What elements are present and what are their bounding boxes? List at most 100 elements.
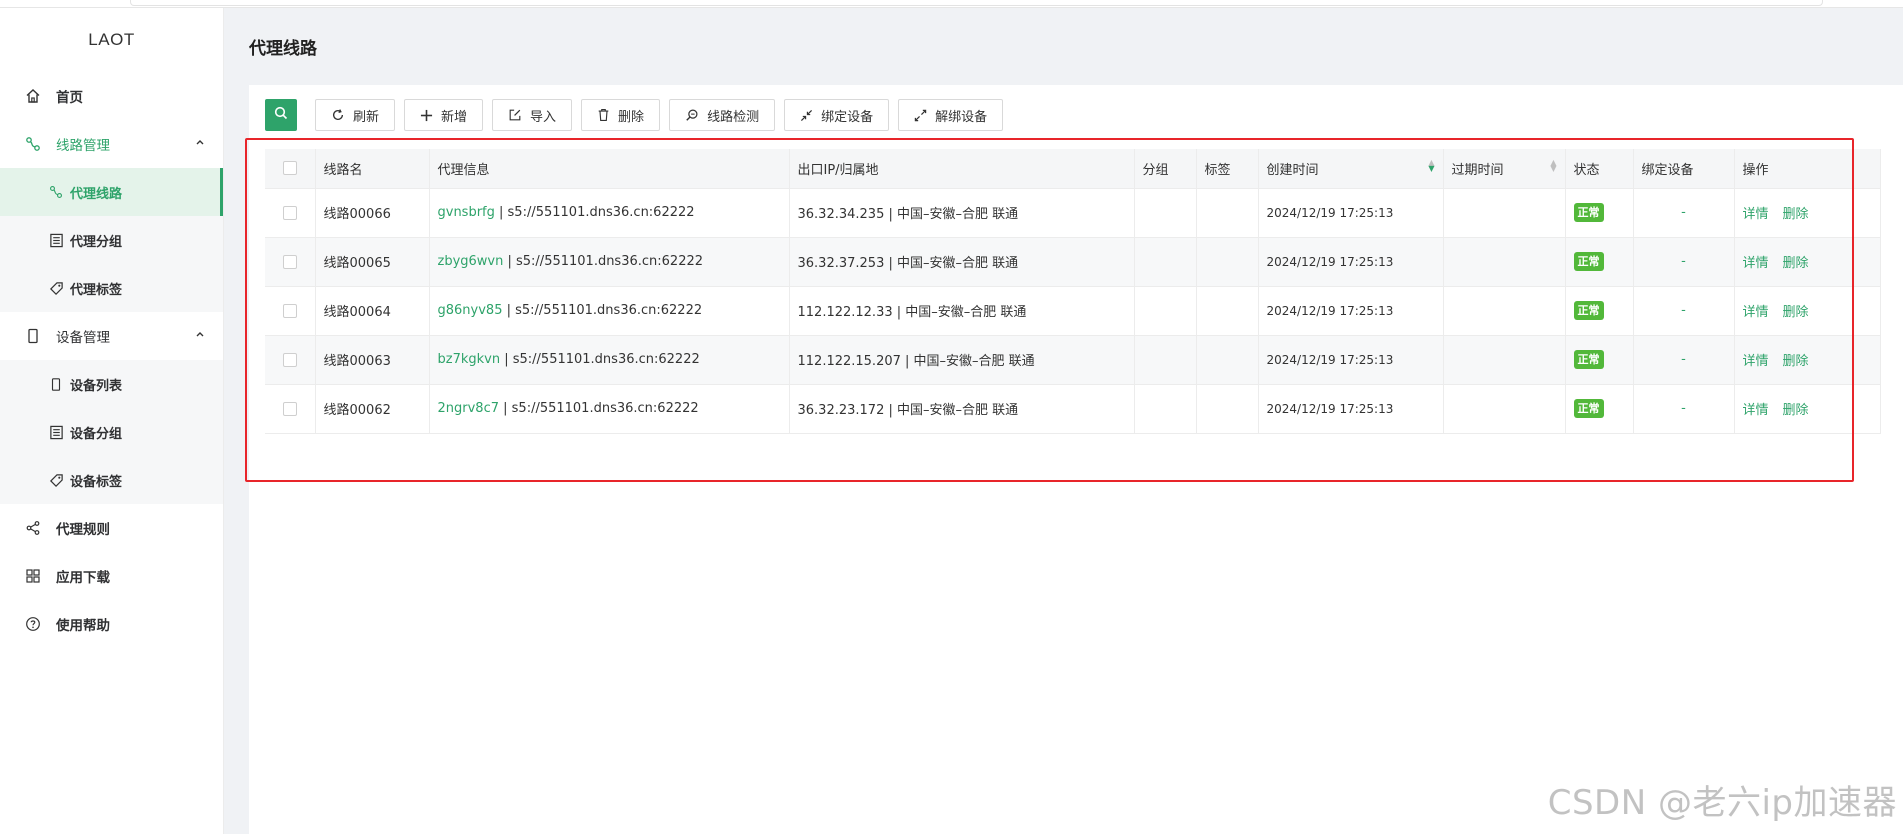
- cell-tag: [1196, 237, 1259, 287]
- nav-device-management[interactable]: 设备管理: [0, 312, 223, 360]
- col-header-group: 分组: [1134, 149, 1197, 189]
- edit-icon: [508, 108, 522, 122]
- share-icon: [24, 519, 42, 537]
- proxy-user-link[interactable]: 2ngrv8c7: [438, 401, 500, 416]
- proxy-user-link[interactable]: zbyg6wvn: [438, 254, 504, 269]
- cell-proxy: gvnsbrfg | s5://551101.dns36.cn:62222: [429, 188, 790, 238]
- bind-device-button[interactable]: 绑定设备: [784, 99, 890, 131]
- route-table: 线路名 代理信息 出口IP/归属地 分组 标签 创建时间 ▲ ▼ 过期时间 ▲ ▼ …: [265, 149, 1881, 434]
- route-submenu: 代理线路 代理分组 代理标签: [0, 168, 223, 312]
- delete-button[interactable]: 删除: [581, 99, 661, 131]
- sidebar: LAOT 首页 线路管理 代理线路 代理分组 代理标签 设备管理 设备列表 设备…: [0, 8, 224, 834]
- nav-route-management[interactable]: 线路管理: [0, 120, 223, 168]
- col-header-created[interactable]: 创建时间 ▲ ▼: [1258, 149, 1444, 189]
- nav-proxy-rules-label: 代理规则: [56, 522, 110, 538]
- cell-ops: 详情 删除: [1734, 237, 1881, 287]
- top-strip: [0, 0, 1903, 8]
- cell-status: 正常: [1565, 237, 1634, 287]
- nav-home-label: 首页: [56, 90, 83, 106]
- phone-icon: [48, 376, 64, 392]
- delete-label: 删除: [618, 109, 645, 125]
- sidebar-item-device-list[interactable]: 设备列表: [0, 360, 223, 408]
- cell-expire: [1443, 335, 1566, 385]
- search-button[interactable]: [265, 99, 297, 131]
- col-header-exit-ip: 出口IP/归属地: [789, 149, 1135, 189]
- sidebar-item-device-group[interactable]: 设备分组: [0, 408, 223, 456]
- nav-help[interactable]: 使用帮助: [0, 600, 223, 648]
- row-checkbox[interactable]: [265, 188, 316, 238]
- row-checkbox[interactable]: [265, 384, 316, 434]
- cell-proxy: bz7kgkvn | s5://551101.dns36.cn:62222: [429, 335, 790, 385]
- nav-app-download[interactable]: 应用下载: [0, 552, 223, 600]
- sidebar-item-device-tag[interactable]: 设备标签: [0, 456, 223, 504]
- unbind-device-button[interactable]: 解绑设备: [898, 99, 1004, 131]
- delete-link[interactable]: 删除: [1783, 403, 1809, 418]
- status-badge: 正常: [1573, 301, 1604, 320]
- cell-ops: 详情 删除: [1734, 286, 1881, 336]
- sidebar-item-proxy-tag[interactable]: 代理标签: [0, 264, 223, 312]
- detail-link[interactable]: 详情: [1743, 256, 1769, 271]
- cell-name: 线路00063: [315, 335, 430, 385]
- cell-tag: [1196, 286, 1259, 336]
- delete-link[interactable]: 删除: [1783, 256, 1809, 271]
- cell-exit-ip: 36.32.37.253 | 中国–安徽–合肥 联通: [789, 237, 1135, 287]
- delete-link[interactable]: 删除: [1783, 354, 1809, 369]
- add-button[interactable]: 新增: [404, 99, 484, 131]
- proxy-address: | s5://551101.dns36.cn:62222: [499, 401, 699, 416]
- nav-device-management-label: 设备管理: [56, 330, 110, 346]
- route-icon: [24, 135, 42, 153]
- detail-link[interactable]: 详情: [1743, 305, 1769, 320]
- cell-tag: [1196, 188, 1259, 238]
- cell-expire: [1443, 237, 1566, 287]
- sidebar-item-proxy-group[interactable]: 代理分组: [0, 216, 223, 264]
- detail-link[interactable]: 详情: [1743, 354, 1769, 369]
- nav-proxy-rules[interactable]: 代理规则: [0, 504, 223, 552]
- cell-status: 正常: [1565, 384, 1634, 434]
- detail-link[interactable]: 详情: [1743, 403, 1769, 418]
- route-check-button[interactable]: 线路检测: [669, 99, 776, 131]
- import-button[interactable]: 导入: [492, 99, 573, 131]
- proxy-user-link[interactable]: bz7kgkvn: [438, 352, 501, 367]
- table-row: 线路00064 g86nyv85 | s5://551101.dns36.cn:6…: [265, 286, 1881, 336]
- proxy-address: | s5://551101.dns36.cn:62222: [502, 303, 703, 318]
- home-icon: [24, 87, 42, 105]
- row-checkbox[interactable]: [265, 237, 316, 287]
- proxy-address: | s5://551101.dns36.cn:62222: [494, 205, 695, 220]
- sidebar-item-proxy-route[interactable]: 代理线路: [0, 168, 223, 216]
- col-header-expire[interactable]: 过期时间 ▲ ▼: [1443, 149, 1566, 189]
- delete-link[interactable]: 删除: [1783, 207, 1809, 222]
- row-checkbox[interactable]: [265, 286, 316, 336]
- sort-icon[interactable]: ▲ ▼: [1550, 158, 1556, 172]
- delete-link[interactable]: 删除: [1783, 305, 1809, 320]
- cell-ops: 详情 删除: [1734, 384, 1881, 434]
- proxy-user-link[interactable]: gvnsbrfg: [438, 205, 495, 220]
- shrink-icon: [800, 109, 813, 122]
- status-badge: 正常: [1573, 252, 1604, 271]
- col-header-device: 绑定设备: [1633, 149, 1735, 189]
- sidebar-item-label: 设备标签: [70, 474, 123, 490]
- nav-home[interactable]: 首页: [0, 72, 223, 120]
- search-icon: [273, 105, 289, 125]
- select-all-checkbox[interactable]: [265, 149, 316, 189]
- app-logo: LAOT: [88, 30, 135, 49]
- cell-group: [1134, 237, 1197, 287]
- group-icon: [48, 232, 64, 248]
- cell-name: 线路00062: [315, 384, 430, 434]
- plus-icon: [420, 109, 433, 122]
- cell-group: [1134, 188, 1197, 238]
- chevron-up-icon: [195, 138, 205, 151]
- cell-device: -: [1633, 384, 1735, 434]
- route-check-label: 线路检测: [707, 109, 760, 125]
- proxy-user-link[interactable]: g86nyv85: [438, 303, 503, 318]
- detail-link[interactable]: 详情: [1743, 207, 1769, 222]
- col-header-tag: 标签: [1196, 149, 1259, 189]
- sort-icon[interactable]: ▲ ▼: [1428, 158, 1434, 172]
- cell-tag: [1196, 384, 1259, 434]
- top-strip-inner: [130, 0, 1823, 6]
- import-label: 导入: [530, 109, 557, 125]
- row-checkbox[interactable]: [265, 335, 316, 385]
- col-header-ops: 操作: [1734, 149, 1881, 189]
- refresh-button[interactable]: 刷新: [315, 99, 396, 131]
- sidebar-item-label: 代理标签: [70, 282, 123, 298]
- help-icon: [24, 615, 42, 633]
